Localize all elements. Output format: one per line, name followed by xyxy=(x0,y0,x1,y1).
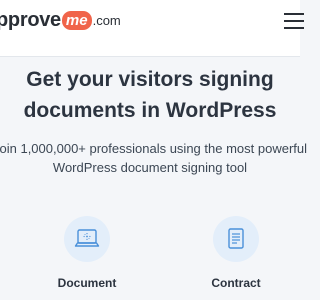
brand-logo[interactable]: pprove me .com xyxy=(0,6,121,34)
hero-subtitle: Join 1,000,000+ professionals using the … xyxy=(0,139,312,177)
feature-label-document: Document xyxy=(57,276,117,290)
menu-bar xyxy=(284,27,304,29)
feature-contract[interactable]: Contract xyxy=(196,216,276,290)
logo-wordmark: pprove xyxy=(0,8,61,31)
hero-title-line-2: documents in WordPress xyxy=(23,99,277,122)
hero-subtitle-line-1: Join 1,000,000+ professionals using the … xyxy=(0,141,307,156)
feature-document[interactable]: Document xyxy=(47,216,127,290)
hero-title-line-1: Get your visitors signing xyxy=(26,68,274,91)
menu-bar xyxy=(284,20,304,22)
contract-paper-icon xyxy=(213,216,259,262)
logo-domain-suffix: .com xyxy=(92,12,121,28)
logo-me-badge: me xyxy=(61,10,92,30)
contract-paper-svg xyxy=(228,228,244,249)
site-header: pprove me .com xyxy=(0,0,304,57)
hero-subtitle-line-2: WordPress document signing tool xyxy=(52,160,248,175)
feature-label-contract: Contract xyxy=(211,276,261,290)
document-laptop-svg xyxy=(74,229,100,247)
hamburger-menu-icon[interactable] xyxy=(284,13,304,29)
document-laptop-icon xyxy=(64,216,110,262)
menu-bar xyxy=(284,13,304,15)
hero-title: Get your visitors signing documents in W… xyxy=(0,64,300,126)
